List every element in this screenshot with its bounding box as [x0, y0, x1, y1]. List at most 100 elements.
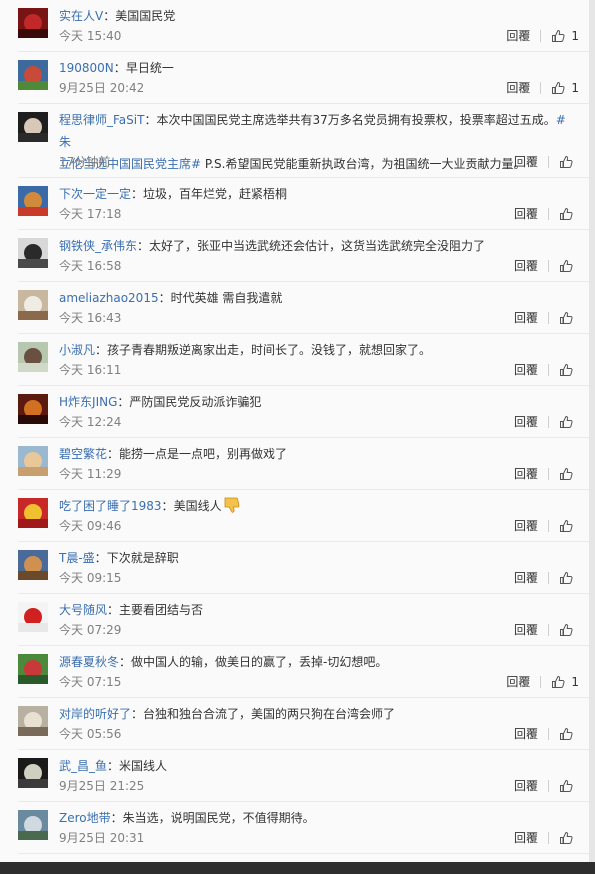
comment-item: 武_昌_鱼：米国线人 9月25日 21:25 回覆: [18, 750, 589, 802]
username-link[interactable]: ameliazhao2015: [59, 291, 159, 305]
avatar[interactable]: [18, 112, 48, 142]
comment-item: H炸东JING：严防国民党反动派诈骗犯 今天 12:24 回覆: [18, 386, 589, 438]
reply-button[interactable]: 回覆: [506, 29, 530, 43]
avatar[interactable]: [18, 498, 48, 528]
username-link[interactable]: 小淑凡: [59, 343, 95, 357]
bottom-bar: [0, 862, 595, 874]
reply-button[interactable]: 回覆: [514, 311, 538, 325]
comment-time: 今天 09:15: [59, 571, 122, 585]
username-link[interactable]: 对岸的听好了: [59, 707, 131, 721]
avatar[interactable]: [18, 8, 48, 38]
like-button[interactable]: [559, 207, 579, 221]
username-link[interactable]: 武_昌_鱼: [59, 759, 107, 773]
like-button[interactable]: [559, 623, 579, 637]
avatar[interactable]: [18, 342, 48, 372]
like-button[interactable]: [559, 155, 579, 169]
thumb-up-icon: [559, 363, 573, 377]
comment-time: 今天 05:56: [59, 727, 122, 741]
comment-actions: 回覆: [514, 571, 579, 585]
username-link[interactable]: 大号随风: [59, 603, 107, 617]
comment-content: 本次中国国民党主席选举共有37万多名党员拥有投票权，投票率超过五成。: [156, 113, 556, 127]
reply-button[interactable]: 回覆: [506, 81, 530, 95]
reply-button[interactable]: 回覆: [514, 467, 538, 481]
comment-item: 碧空繁花：能捞一点是一点吧，别再做戏了 今天 11:29 回覆: [18, 438, 589, 490]
divider: [548, 572, 549, 584]
avatar[interactable]: [18, 290, 48, 320]
divider: [548, 208, 549, 220]
reply-button[interactable]: 回覆: [514, 259, 538, 273]
reply-button[interactable]: 回覆: [514, 155, 538, 169]
divider: [548, 832, 549, 844]
like-button[interactable]: [559, 519, 579, 533]
divider: [540, 676, 542, 688]
comment-content: 做中国人的输，做美日的赢了，丢掉-切幻想吧。: [131, 655, 388, 669]
like-button[interactable]: 1: [551, 81, 579, 95]
username-link[interactable]: 源春夏秋冬: [59, 655, 119, 669]
comment-actions: 回覆: [514, 155, 579, 169]
username-link[interactable]: 190800N: [59, 61, 114, 75]
avatar[interactable]: [18, 60, 48, 90]
username-link[interactable]: H炸东JING: [59, 395, 117, 409]
username-link[interactable]: T晨-盛: [59, 551, 95, 565]
reply-button[interactable]: 回覆: [514, 519, 538, 533]
reply-button[interactable]: 回覆: [514, 779, 538, 793]
comment-content: 垃圾，百年烂党，赶紧梧桐: [143, 187, 288, 201]
like-button[interactable]: [559, 311, 579, 325]
reply-button[interactable]: 回覆: [514, 727, 538, 741]
reply-button[interactable]: 回覆: [514, 363, 538, 377]
comment-actions: 回覆 1: [506, 675, 579, 689]
divider: [548, 728, 549, 740]
avatar[interactable]: [18, 758, 48, 788]
reply-button[interactable]: 回覆: [506, 675, 530, 689]
username-link[interactable]: 实在人V: [59, 9, 103, 23]
comment-item: 190800N：早日统一 9月25日 20:42 回覆 1: [18, 52, 589, 104]
thumb-up-icon: [559, 467, 573, 481]
username-link[interactable]: 下次一定一定: [59, 187, 131, 201]
like-count: 1: [571, 29, 579, 43]
like-button[interactable]: 1: [551, 675, 579, 689]
comment-actions: 回覆 1: [506, 29, 579, 43]
avatar[interactable]: [18, 186, 48, 216]
comment-item: 实在人V：美国国民党 今天 15:40 回覆 1: [18, 0, 589, 52]
comment-text: ameliazhao2015：时代英雄 需自我遣就: [59, 291, 283, 305]
comment-item: ameliazhao2015：时代英雄 需自我遣就 今天 16:43 回覆: [18, 282, 589, 334]
comment-item: T晨-盛：下次就是辞职 今天 09:15 回覆: [18, 542, 589, 594]
like-button[interactable]: [559, 831, 579, 845]
comment-actions: 回覆: [514, 779, 579, 793]
reply-button[interactable]: 回覆: [514, 623, 538, 637]
comment-list: 实在人V：美国国民党 今天 15:40 回覆 1 190800N：早日统一 9月25日 2…: [0, 0, 589, 862]
reply-button[interactable]: 回覆: [514, 415, 538, 429]
reply-button[interactable]: 回覆: [514, 831, 538, 845]
username-link[interactable]: 钢铁侠_承伟东: [59, 239, 137, 253]
divider: [548, 312, 549, 324]
username-link[interactable]: 程思律师_FaSiT: [59, 113, 144, 127]
comment-item: 吃了困了睡了1983：美国线人 今天 09:46 回覆: [18, 490, 589, 542]
username-link[interactable]: 碧空繁花: [59, 447, 107, 461]
like-button[interactable]: [559, 727, 579, 741]
avatar[interactable]: [18, 550, 48, 580]
like-button[interactable]: 1: [551, 29, 579, 43]
avatar[interactable]: [18, 706, 48, 736]
username-link[interactable]: 吃了困了睡了1983: [59, 499, 162, 513]
avatar[interactable]: [18, 654, 48, 684]
like-button[interactable]: [559, 415, 579, 429]
avatar[interactable]: [18, 810, 48, 840]
like-button[interactable]: [559, 571, 579, 585]
comment-actions: 回覆: [514, 623, 579, 637]
reply-button[interactable]: 回覆: [514, 207, 538, 221]
avatar[interactable]: [18, 602, 48, 632]
avatar[interactable]: [18, 394, 48, 424]
like-button[interactable]: [559, 259, 579, 273]
like-button[interactable]: [559, 467, 579, 481]
username-link[interactable]: Zero地带: [59, 811, 111, 825]
comment-time: 今天 17:18: [59, 207, 122, 221]
avatar[interactable]: [18, 238, 48, 268]
comment-item: 程思律师_FaSiT：本次中国国民党主席选举共有37万多名党员拥有投票权，投票率…: [18, 104, 589, 178]
reply-button[interactable]: 回覆: [514, 571, 538, 585]
like-button[interactable]: [559, 363, 579, 377]
avatar[interactable]: [18, 446, 48, 476]
like-button[interactable]: [559, 779, 579, 793]
comment-time: 今天 11:29: [59, 467, 122, 481]
comment-content: 下次就是辞职: [106, 551, 179, 565]
comment-item: 下次一定一定：垃圾，百年烂党，赶紧梧桐 今天 17:18 回覆: [18, 178, 589, 230]
